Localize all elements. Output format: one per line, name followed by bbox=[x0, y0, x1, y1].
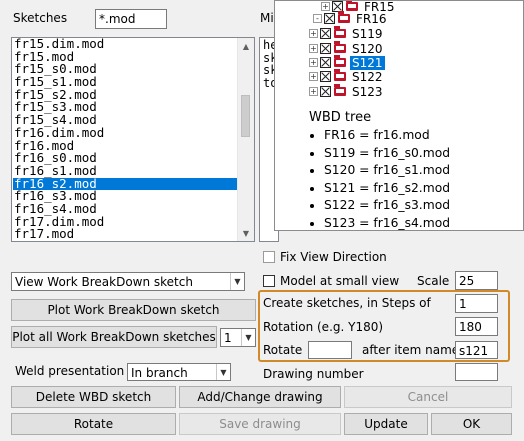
expand-icon[interactable]: + bbox=[309, 72, 318, 81]
fix-view-direction-label: Fix View Direction bbox=[280, 250, 387, 264]
checkbox-x-icon[interactable] bbox=[320, 86, 331, 97]
expand-icon[interactable]: + bbox=[309, 44, 318, 53]
sketch-filter-input[interactable]: *.mod bbox=[95, 9, 167, 29]
expand-icon[interactable]: + bbox=[309, 58, 318, 67]
expand-icon[interactable]: + bbox=[309, 29, 318, 38]
plot-all-count-select[interactable]: 1 ▼ bbox=[220, 328, 256, 347]
wbd-list-item: S122 = fr16_s3.mod bbox=[309, 197, 450, 215]
model-small-view-label: Model at small view bbox=[280, 274, 400, 288]
steps-input[interactable]: 1 bbox=[455, 294, 498, 313]
save-drawing-button[interactable]: Save drawing bbox=[179, 413, 341, 435]
scale-label: Scale bbox=[417, 274, 450, 288]
wbd-list-item: S123 = fr16_s4.mod bbox=[309, 215, 450, 230]
folder-icon bbox=[346, 1, 358, 11]
sketch-listbox[interactable]: fr15.dim.mod fr15.mod fr15_s0.mod fr15_s1.m… bbox=[11, 37, 255, 242]
plot-wbd-button[interactable]: Plot Work BreakDown sketch bbox=[11, 299, 256, 321]
steps-label: Create sketches, in Steps of bbox=[263, 296, 431, 310]
update-button[interactable]: Update bbox=[344, 413, 428, 435]
tree-node-label[interactable]: S119 bbox=[350, 27, 385, 41]
folder-icon bbox=[334, 69, 346, 81]
tree-node[interactable]: + S123 bbox=[309, 84, 385, 99]
checkbox-x-icon[interactable] bbox=[320, 43, 331, 54]
wbd-tree-title: WBD tree bbox=[309, 110, 372, 125]
drawing-number-input[interactable] bbox=[455, 363, 498, 381]
rotate-button[interactable]: Rotate bbox=[11, 413, 176, 435]
folder-icon bbox=[334, 41, 346, 53]
folder-icon bbox=[334, 55, 346, 67]
checkbox-x-icon[interactable] bbox=[324, 13, 335, 24]
expand-icon[interactable]: + bbox=[321, 2, 330, 11]
tree-node-label[interactable]: S122 bbox=[350, 70, 385, 84]
folder-icon bbox=[338, 11, 350, 23]
view-mode-select[interactable]: View Work BreakDown sketch ▼ bbox=[11, 272, 245, 291]
chevron-down-icon: ▼ bbox=[230, 273, 244, 290]
delete-wbd-button[interactable]: Delete WBD sketch bbox=[11, 386, 176, 408]
tree-node-label[interactable]: FR16 bbox=[354, 12, 389, 26]
rotate-label: Rotate bbox=[263, 343, 303, 357]
weld-presentation-label: Weld presentation bbox=[15, 364, 125, 378]
after-item-label: after item name bbox=[362, 343, 460, 357]
sketch-list-items: fr15.dim.mod fr15.mod fr15_s0.mod fr15_s1.m… bbox=[13, 38, 239, 241]
scroll-thumb[interactable] bbox=[241, 95, 250, 137]
folder-icon bbox=[334, 84, 346, 96]
ok-button[interactable]: OK bbox=[431, 413, 512, 435]
wbd-tree-view[interactable]: + FR15- FR16 + S119 + S120 + S121 + S122 + S123 bbox=[281, 1, 523, 102]
chevron-down-icon: ▼ bbox=[241, 329, 255, 346]
chevron-down-icon: ▼ bbox=[216, 364, 230, 380]
model-small-view-checkbox[interactable] bbox=[263, 275, 275, 287]
checkbox-x-icon[interactable] bbox=[320, 57, 331, 68]
collapse-icon[interactable]: - bbox=[313, 14, 322, 23]
add-change-drawing-button[interactable]: Add/Change drawing bbox=[179, 386, 341, 408]
rotate-item-input[interactable] bbox=[308, 341, 352, 359]
plot-all-wbd-button[interactable]: Plot all Work BreakDown sketches bbox=[11, 326, 217, 348]
weld-presentation-select[interactable]: In branch ▼ bbox=[127, 363, 231, 381]
wbd-tree-list: FR16 = fr16.mod S119 = fr16_s0.mod S120 = … bbox=[309, 127, 450, 230]
tree-node[interactable]: - FR16 bbox=[313, 11, 389, 26]
list-item[interactable]: fr17.mod bbox=[13, 228, 239, 241]
cancel-button[interactable]: Cancel bbox=[344, 386, 512, 408]
tree-node[interactable]: + S122 bbox=[309, 69, 385, 84]
scale-input[interactable]: 25 bbox=[455, 271, 498, 290]
tree-node[interactable]: + S121 bbox=[309, 55, 385, 70]
wbd-list-item: S120 = fr16_s1.mod bbox=[309, 162, 450, 180]
fix-view-direction-checkbox[interactable] bbox=[263, 251, 275, 263]
scroll-down-icon[interactable]: ▼ bbox=[238, 225, 254, 241]
after-item-input[interactable]: s121 bbox=[455, 341, 498, 359]
drawing-number-label: Drawing number bbox=[263, 367, 364, 381]
view-mode-value: View Work BreakDown sketch bbox=[15, 275, 193, 289]
checkbox-x-icon[interactable] bbox=[320, 71, 331, 82]
wbd-list-item: S119 = fr16_s0.mod bbox=[309, 145, 450, 163]
wbd-tree-popup: + FR15- FR16 + S119 + S120 + S121 + S122 + S123 WBD … bbox=[274, 0, 524, 231]
weld-presentation-value: In branch bbox=[131, 366, 188, 380]
tree-node-label[interactable]: S121 bbox=[350, 55, 385, 70]
expand-icon[interactable]: + bbox=[309, 87, 318, 96]
sketch-list-scrollbar[interactable]: ▲ ▼ bbox=[237, 38, 254, 241]
checkbox-x-icon[interactable] bbox=[320, 28, 331, 39]
sketches-label: Sketches bbox=[13, 11, 68, 25]
tree-node[interactable]: + S119 bbox=[309, 26, 385, 41]
folder-icon bbox=[334, 26, 346, 38]
scroll-up-icon[interactable]: ▲ bbox=[238, 38, 254, 54]
rotation-label: Rotation (e.g. Y180) bbox=[263, 320, 384, 334]
wbd-list-item: FR16 = fr16.mod bbox=[309, 127, 450, 145]
tree-node-label[interactable]: S120 bbox=[350, 42, 385, 56]
wbd-list-item: S121 = fr16_s2.mod bbox=[309, 180, 450, 198]
tree-node-label[interactable]: S123 bbox=[350, 85, 385, 99]
plot-all-count-value: 1 bbox=[224, 331, 232, 345]
rotation-input[interactable]: 180 bbox=[455, 317, 498, 336]
tree-node[interactable]: + S120 bbox=[309, 41, 385, 56]
